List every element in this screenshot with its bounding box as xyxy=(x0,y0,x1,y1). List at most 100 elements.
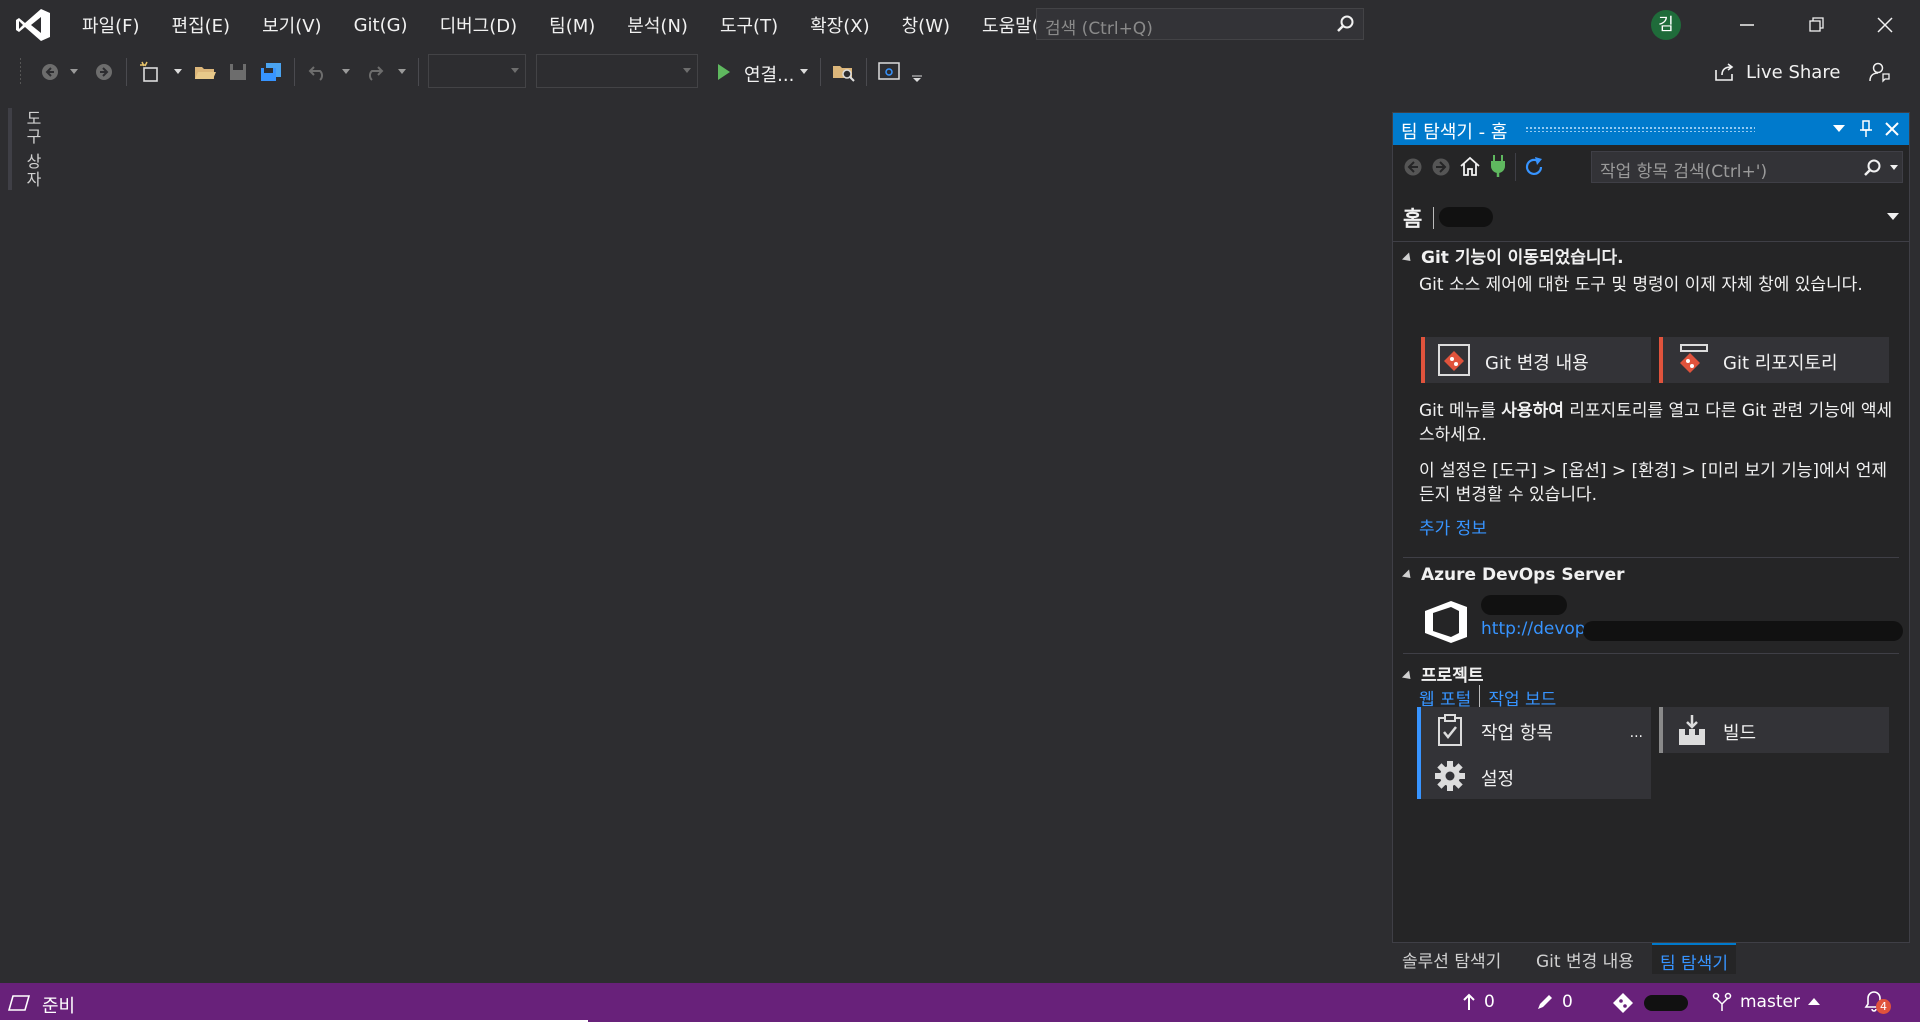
collapse-triangle-icon xyxy=(1401,568,1415,582)
visual-studio-logo-icon[interactable] xyxy=(14,6,52,44)
share-icon xyxy=(1715,63,1734,81)
tab-team-explorer[interactable]: 팀 탐색기 xyxy=(1652,943,1736,974)
pending-changes-indicator[interactable]: 0 xyxy=(1536,992,1573,1012)
work-item-search-input[interactable]: 작업 항목 검색(Ctrl+') xyxy=(1591,151,1903,183)
more-info-link[interactable]: 추가 정보 xyxy=(1419,517,1487,541)
restore-button[interactable] xyxy=(1782,0,1852,50)
redo-icon xyxy=(369,66,384,81)
menu-analyze[interactable]: 분석(N) xyxy=(611,12,704,38)
menu-team[interactable]: 팀(M) xyxy=(533,12,611,38)
redo-dropdown-button[interactable] xyxy=(396,50,408,94)
chevron-down-icon[interactable] xyxy=(1890,165,1898,171)
toolbar-options-button[interactable] xyxy=(910,56,924,100)
minimize-button[interactable] xyxy=(1712,0,1782,50)
find-in-files-button[interactable] xyxy=(830,50,858,94)
solution-platform-select[interactable] xyxy=(536,54,698,88)
back-dropdown-button[interactable] xyxy=(68,50,80,94)
close-panel-icon[interactable] xyxy=(1885,122,1899,136)
close-icon xyxy=(1877,17,1893,33)
chevron-down-icon[interactable] xyxy=(1887,213,1899,221)
back-arrow-icon[interactable] xyxy=(1403,157,1423,177)
undo-icon xyxy=(308,66,323,81)
open-file-button[interactable] xyxy=(192,50,218,94)
unpushed-commits-indicator[interactable]: 0 xyxy=(1462,992,1495,1012)
undo-dropdown-button[interactable] xyxy=(340,50,352,94)
navigate-forward-button[interactable] xyxy=(92,50,116,94)
live-share-button[interactable]: Live Share xyxy=(1714,50,1840,94)
menu-edit[interactable]: 편집(E) xyxy=(156,12,247,38)
tab-solution-explorer[interactable]: 솔루션 탐색기 xyxy=(1402,947,1501,972)
server-url-link[interactable]: http://devops xyxy=(1481,619,1594,639)
menu-tools[interactable]: 도구(T) xyxy=(704,12,794,38)
page-selector[interactable]: 홈 xyxy=(1393,193,1909,242)
chevron-down-icon xyxy=(800,69,808,74)
toolbar-separator xyxy=(294,58,295,86)
clipboard-check-icon xyxy=(1438,714,1462,746)
git-changes-tile[interactable]: Git 변경 내용 xyxy=(1421,337,1651,383)
start-target-label[interactable]: 연결... xyxy=(744,61,794,87)
browser-link-button[interactable] xyxy=(876,50,902,94)
menu-debug[interactable]: 디버그(D) xyxy=(424,12,534,38)
notifications-button[interactable]: 4 xyxy=(1862,989,1896,1017)
page-title: 홈 xyxy=(1403,207,1423,231)
search-placeholder: 검색 (Ctrl+Q) xyxy=(1045,19,1153,39)
project-section-header[interactable]: 프로젝트 xyxy=(1401,661,1484,686)
forward-arrow-icon[interactable] xyxy=(1431,157,1451,177)
save-button[interactable] xyxy=(226,50,250,94)
start-button[interactable] xyxy=(712,50,736,94)
close-window-button[interactable] xyxy=(1850,0,1920,50)
tab-git-changes[interactable]: Git 변경 내용 xyxy=(1536,947,1634,972)
toolbar-grip[interactable] xyxy=(20,58,21,86)
window-position-dropdown-icon[interactable] xyxy=(1833,125,1845,133)
refresh-icon[interactable] xyxy=(1523,156,1545,178)
branch-selector[interactable]: master xyxy=(1712,992,1820,1012)
feedback-button[interactable] xyxy=(1864,54,1894,90)
settings-tile[interactable]: 설정 xyxy=(1417,753,1651,799)
navigate-back-button[interactable] xyxy=(38,50,62,94)
work-items-more-button[interactable]: ... xyxy=(1630,725,1643,741)
menu-git[interactable]: Git(G) xyxy=(338,15,424,36)
title-divider xyxy=(1433,207,1434,229)
azure-devops-section-header[interactable]: Azure DevOps Server xyxy=(1401,565,1625,585)
account-avatar[interactable]: 김 xyxy=(1651,10,1681,40)
live-share-label: Live Share xyxy=(1746,61,1841,83)
save-all-button[interactable] xyxy=(258,50,284,94)
global-search-input[interactable]: 검색 (Ctrl+Q) xyxy=(1036,8,1364,40)
toolbox-side-tab[interactable]: 도구 상자 xyxy=(8,108,42,190)
git-repo-icon[interactable] xyxy=(1612,992,1634,1014)
chevron-down-icon xyxy=(342,69,350,74)
new-project-button[interactable] xyxy=(138,50,162,94)
git-menu-text-bold: 사용하여 xyxy=(1501,401,1564,421)
menu-view[interactable]: 보기(V) xyxy=(246,12,337,38)
output-window-icon[interactable] xyxy=(8,994,30,1012)
undo-button[interactable] xyxy=(306,50,330,94)
panel-title-bar[interactable]: 팀 탐색기 - 홈 xyxy=(1393,113,1909,145)
folder-search-icon xyxy=(833,66,855,82)
menu-extensions[interactable]: 확장(X) xyxy=(794,12,886,38)
menu-file[interactable]: 파일(F) xyxy=(66,12,156,38)
work-items-tile[interactable]: 작업 항목 ... xyxy=(1417,707,1651,753)
start-dropdown-button[interactable] xyxy=(798,50,810,94)
section-divider xyxy=(1403,557,1899,558)
home-icon[interactable] xyxy=(1459,155,1481,177)
notification-count-badge: 4 xyxy=(1876,999,1891,1014)
save-icon xyxy=(230,64,246,80)
git-repository-tile[interactable]: Git 리포지토리 xyxy=(1659,337,1889,383)
chevron-up-icon xyxy=(1807,998,1820,1005)
tool-window-tabs: 솔루션 탐색기 Git 변경 내용 팀 탐색기 xyxy=(1392,943,1910,980)
search-icon[interactable] xyxy=(1335,14,1355,34)
git-section-header[interactable]: Git 기능이 이동되었습니다. xyxy=(1401,243,1624,268)
menu-window[interactable]: 창(W) xyxy=(886,12,966,38)
solution-configuration-select[interactable] xyxy=(428,54,526,88)
git-changes-icon xyxy=(1438,344,1470,376)
open-folder-icon xyxy=(195,67,216,79)
connect-plug-icon[interactable] xyxy=(1489,154,1507,178)
toolbox-label: 도구 상자 xyxy=(23,110,42,190)
new-dropdown-button[interactable] xyxy=(172,50,184,94)
build-tile[interactable]: 빌드 xyxy=(1659,707,1889,753)
pin-icon[interactable] xyxy=(1859,120,1873,138)
search-icon[interactable] xyxy=(1862,158,1882,178)
save-all-icon xyxy=(261,63,281,81)
redo-button[interactable] xyxy=(362,50,386,94)
work-items-label: 작업 항목 xyxy=(1481,723,1553,744)
